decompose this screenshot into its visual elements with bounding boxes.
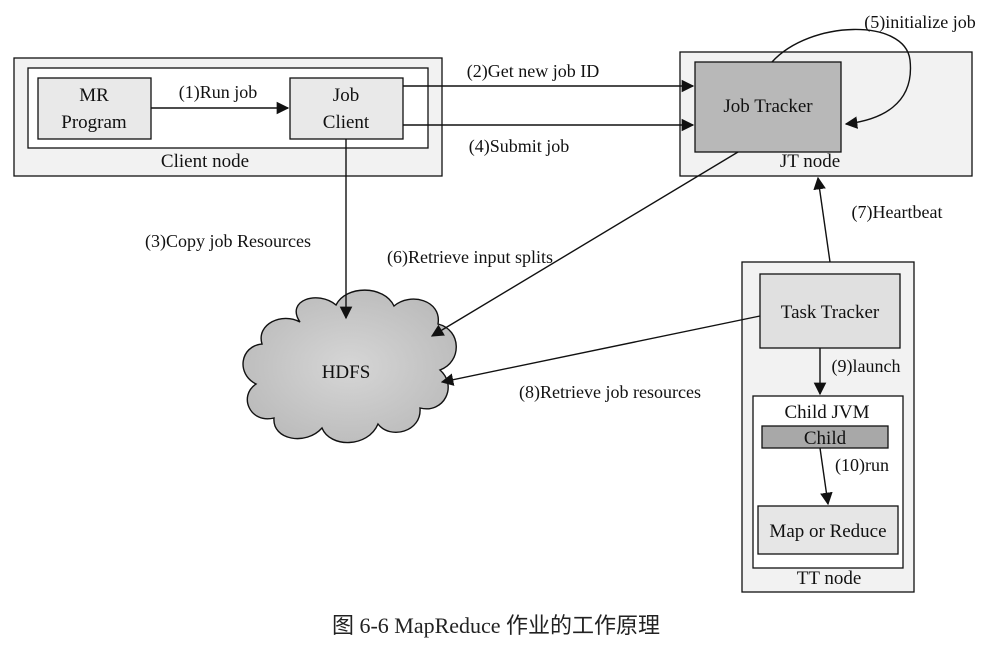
edge-initialize-job-label: (5)initialize job bbox=[864, 12, 975, 33]
job-client-box: Job Client bbox=[289, 77, 404, 140]
edge-heartbeat-label: (7)Heartbeat bbox=[852, 202, 943, 223]
edge-submit-job-label: (4)Submit job bbox=[469, 136, 570, 157]
figure-caption: 图 6-6 MapReduce 作业的工作原理 bbox=[332, 613, 660, 638]
hdfs-cloud: HDFS bbox=[242, 289, 457, 444]
edge-retrieve-job-resources-label: (8)Retrieve job resources bbox=[519, 382, 701, 403]
edge-retrieve-input-splits-label: (6)Retrieve input splits bbox=[387, 247, 553, 268]
edge-heartbeat bbox=[813, 176, 831, 263]
job-client-label-line2: Client bbox=[323, 112, 370, 133]
edge-get-new-job-id-label: (2)Get new job ID bbox=[467, 61, 599, 82]
edge-retrieve-input-splits bbox=[430, 151, 739, 337]
client-node: Client node MR Program Job Client bbox=[13, 57, 443, 177]
edge-run-job-label: (1)Run job bbox=[179, 82, 258, 103]
mapreduce-diagram: Client node MR Program Job Client Job Tr… bbox=[13, 12, 976, 638]
tt-node-label: TT node bbox=[797, 568, 862, 589]
mr-program-box: MR Program bbox=[37, 77, 152, 140]
tt-node: Task Tracker Child JVM Child Map or Redu… bbox=[741, 261, 915, 593]
task-tracker-label: Task Tracker bbox=[781, 302, 880, 323]
jt-node-label: JT node bbox=[780, 151, 840, 172]
mr-program-label-line2: Program bbox=[61, 112, 127, 133]
client-node-label: Client node bbox=[161, 151, 249, 172]
map-or-reduce-label: Map or Reduce bbox=[769, 521, 886, 542]
job-tracker-label: Job Tracker bbox=[723, 96, 813, 117]
job-client-label-line1: Job bbox=[333, 85, 359, 106]
edge-copy-job-resources-label: (3)Copy job Resources bbox=[145, 231, 311, 252]
edge-launch-label: (9)launch bbox=[832, 356, 901, 377]
jt-node: Job Tracker JT node bbox=[679, 51, 973, 177]
hdfs-label: HDFS bbox=[322, 362, 371, 383]
child-jvm-label: Child JVM bbox=[785, 402, 870, 423]
child-label: Child bbox=[804, 428, 847, 449]
edge-retrieve-job-resources bbox=[440, 315, 761, 386]
edge-run-label: (10)run bbox=[835, 455, 889, 476]
mr-program-label-line1: MR bbox=[79, 85, 109, 106]
